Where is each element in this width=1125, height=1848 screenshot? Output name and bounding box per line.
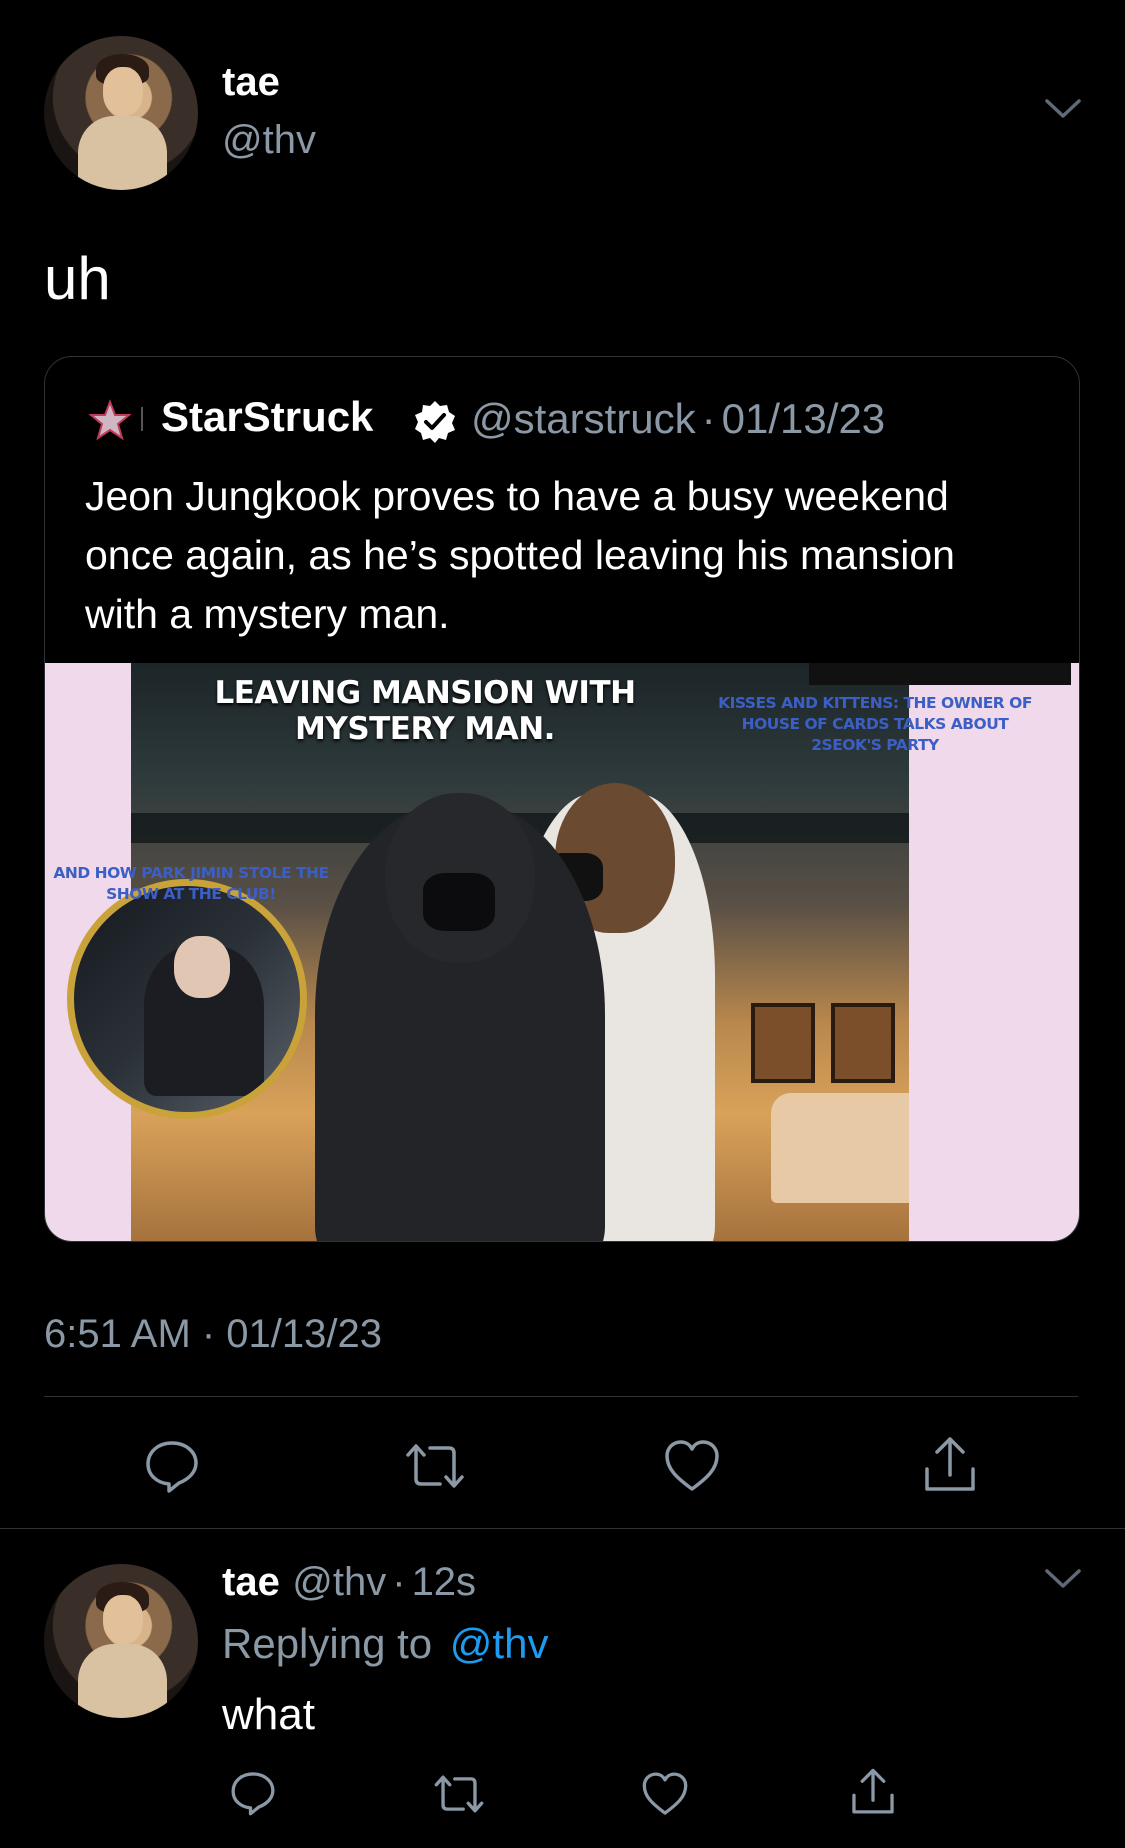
reply-author-handle[interactable]: @thv (292, 1560, 386, 1604)
quoted-tweet[interactable]: StarStruck @starstruck · 01/13/23 Jeon Jun… (44, 356, 1080, 1242)
quoted-separator: · (701, 395, 716, 442)
image-headline: LEAVING MANSION WITH MYSTERY MAN. (214, 675, 636, 747)
reply-like-icon[interactable] (638, 1768, 692, 1820)
reply-retweet-icon[interactable] (430, 1768, 488, 1820)
reply-text: what (222, 1690, 315, 1739)
separator-line (141, 407, 143, 431)
tweet-timestamp[interactable]: 6:51 AM · 01/13/23 (44, 1312, 382, 1357)
reply-author-avatar[interactable] (44, 1564, 198, 1718)
tweet-text: uh (44, 245, 111, 312)
reply-share-icon[interactable] (846, 1764, 900, 1820)
quoted-date[interactable]: 01/13/23 (722, 395, 886, 442)
divider-top (44, 1396, 1078, 1397)
image-side-story-right: KISSES AND KITTENS: THE OWNER OF HOUSE O… (718, 694, 1032, 754)
author-name[interactable]: tae (222, 60, 280, 105)
reply-time[interactable]: 12s (412, 1560, 477, 1604)
share-icon[interactable] (918, 1432, 982, 1498)
image-side-story-left: AND HOW PARK JIMIN STOLE THE SHOW AT THE… (53, 864, 329, 903)
inset-portrait (67, 879, 307, 1119)
verified-icon (413, 399, 457, 443)
replying-to-label: Replying to (222, 1620, 433, 1667)
reply-icon[interactable] (140, 1434, 204, 1498)
author-avatar[interactable] (44, 36, 198, 190)
author-handle[interactable]: @thv (222, 118, 316, 163)
chevron-down-icon[interactable] (1044, 98, 1082, 120)
reply-author-name[interactable]: tae (222, 1560, 280, 1604)
quoted-media-image[interactable]: LEAVING MANSION WITH MYSTERY MAN. KISSES… (45, 663, 1079, 1241)
replying-to-handle[interactable]: @thv (450, 1620, 549, 1667)
reply-chevron-down-icon[interactable] (1044, 1568, 1082, 1590)
divider-bottom (0, 1528, 1125, 1529)
quoted-handle[interactable]: @starstruck (471, 395, 696, 442)
reply-reply-icon[interactable] (226, 1766, 280, 1820)
quoted-name[interactable]: StarStruck (161, 393, 373, 441)
star-icon (89, 399, 131, 441)
like-icon[interactable] (660, 1434, 724, 1498)
retweet-icon[interactable] (400, 1434, 470, 1498)
hooded-figure (315, 793, 605, 1241)
reply-separator: · (392, 1560, 406, 1604)
quoted-text: Jeon Jungkook proves to have a busy week… (85, 473, 955, 637)
